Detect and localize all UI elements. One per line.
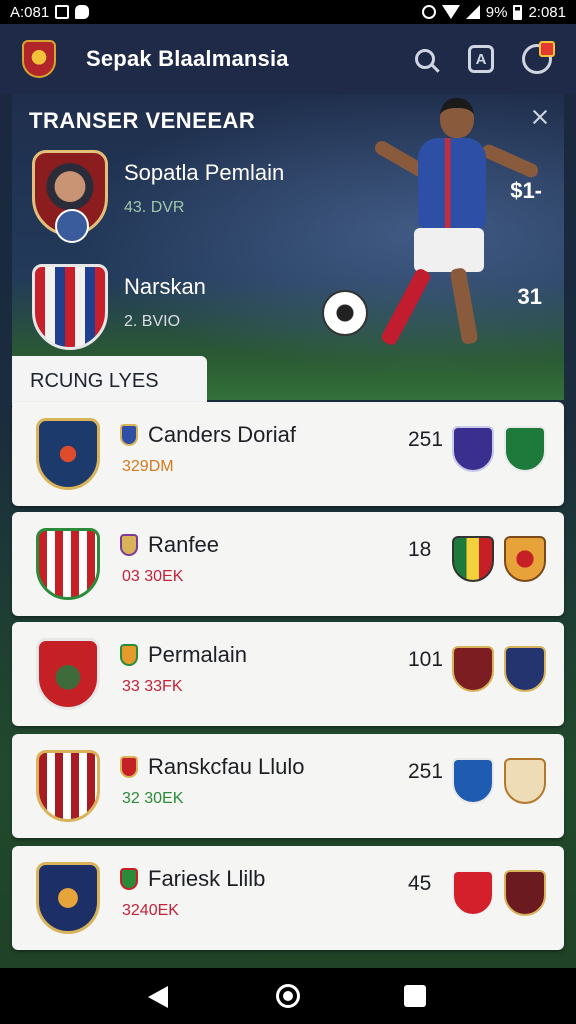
opponent-crest-icon[interactable] — [452, 758, 494, 804]
status-time-right: 2:081 — [528, 3, 566, 21]
opponent-crest-icon[interactable] — [504, 758, 546, 804]
club-score: 251 — [408, 760, 444, 783]
battery-percent: 9% — [485, 3, 508, 21]
club-value: 32 30EK — [122, 790, 184, 807]
opponent-crest-icon[interactable] — [504, 870, 546, 916]
opponent-crest-icon[interactable] — [452, 426, 494, 472]
alarm-icon — [421, 5, 436, 19]
player-side-value: $1- — [510, 178, 542, 203]
club-crest — [36, 528, 100, 600]
player-name: Narskan — [124, 274, 206, 299]
club-name: Permalain — [148, 642, 248, 667]
player-card[interactable]: Sopatla Pemlain 43. DVR — [32, 150, 332, 243]
opponent-crest-icon[interactable] — [504, 536, 546, 582]
player-avatar — [32, 150, 108, 243]
club-value: 03 30EK — [122, 568, 184, 585]
search-button[interactable] — [408, 42, 442, 76]
club-mini-icon — [120, 644, 138, 666]
club-mini-icon — [120, 868, 138, 890]
app-title: Sepak Blaalmansia — [86, 46, 289, 71]
back-icon[interactable] — [148, 986, 168, 1008]
list-item[interactable]: Ranfee 03 30EK 18 — [12, 512, 564, 616]
opponent-crest-icon[interactable] — [504, 426, 546, 472]
recent-apps-icon[interactable] — [404, 985, 426, 1007]
club-name: Ranfee — [148, 532, 219, 557]
home-icon[interactable] — [276, 984, 300, 1008]
player-value: 2. BVIO — [124, 313, 181, 330]
player-side-value: 31 — [517, 284, 542, 309]
banner-title: TRANSER VENEEAR — [29, 108, 256, 133]
club-crest — [36, 862, 100, 934]
club-score: 45 — [408, 872, 432, 895]
club-value: 3240EK — [122, 902, 179, 919]
status-bar: A:081 9% 2:081 — [0, 0, 576, 24]
opponent-crest-icon[interactable] — [452, 536, 494, 582]
club-name: Ranskcfau Llulo — [148, 754, 305, 779]
profile-button[interactable]: A — [464, 42, 498, 76]
signal-icon — [465, 5, 480, 19]
club-crest — [36, 750, 100, 822]
club-name: Canders Doriaf — [148, 422, 296, 447]
player-name: Sopatla Pemlain — [124, 160, 285, 185]
app-logo — [22, 40, 56, 78]
club-score: 251 — [408, 428, 444, 451]
app-header: Sepak Blaalmansia A — [0, 24, 576, 94]
club-score: 18 — [408, 538, 432, 561]
list-item[interactable]: Fariesk Llilb 3240EK 45 — [12, 846, 564, 950]
club-mini-icon — [120, 534, 138, 556]
screenshot-icon — [55, 5, 70, 19]
club-crest — [32, 264, 108, 350]
club-crest — [36, 638, 100, 710]
club-name: Fariesk Llilb — [148, 866, 266, 891]
player-illustration — [314, 94, 564, 400]
player-card[interactable]: Narskan 2. BVIO — [32, 264, 332, 350]
club-crest — [36, 418, 100, 490]
list-item[interactable]: Ranskcfau Llulo 32 30EK 251 — [12, 734, 564, 838]
notifications-button[interactable] — [520, 41, 555, 76]
club-value: 33 33FK — [122, 678, 183, 695]
wifi-icon — [441, 5, 460, 19]
club-value: 329DM — [122, 458, 174, 475]
status-left: A:081 — [10, 3, 90, 21]
club-score: 101 — [408, 648, 444, 671]
search-icon — [415, 49, 435, 69]
close-icon[interactable] — [528, 106, 552, 130]
opponent-crest-icon[interactable] — [452, 870, 494, 916]
opponent-crest-icon[interactable] — [452, 646, 494, 692]
opponent-crest-icon[interactable] — [504, 646, 546, 692]
list-item[interactable]: Canders Doriaf 329DM 251 — [12, 402, 564, 506]
status-right: 9% 2:081 — [421, 3, 566, 21]
club-mini-icon — [120, 424, 138, 446]
notification-icon — [522, 41, 555, 74]
profile-icon: A — [468, 45, 494, 73]
message-icon — [75, 5, 90, 19]
list-item[interactable]: Permalain 33 33FK 101 — [12, 622, 564, 726]
section-tab[interactable]: RCUNG LYES — [12, 356, 207, 406]
navigation-bar — [0, 968, 576, 1024]
club-mini-icon — [120, 756, 138, 778]
battery-icon — [513, 4, 523, 20]
player-value: 43. DVR — [124, 199, 185, 216]
transfer-banner[interactable]: TRANSER VENEEAR Sopatla Pemlain 43. DVR … — [12, 94, 564, 400]
status-time-left: A:081 — [10, 3, 50, 21]
